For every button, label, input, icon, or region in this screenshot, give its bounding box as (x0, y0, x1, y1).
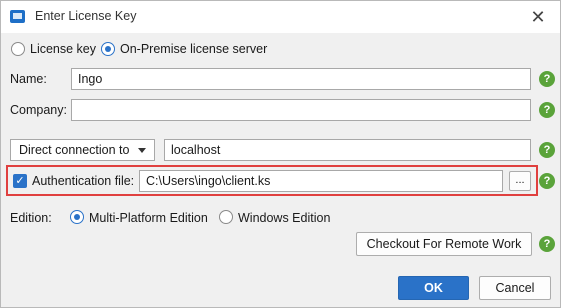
question-icon[interactable]: ? (539, 71, 555, 87)
windows-edition-radio[interactable] (219, 210, 233, 224)
chevron-down-icon (138, 148, 146, 153)
browse-button[interactable]: ... (509, 171, 531, 191)
monitor-icon (10, 10, 25, 23)
license-dialog: Enter License Key ✕ License key On-Premi… (0, 0, 561, 308)
company-label: Company: (10, 103, 67, 117)
ok-button[interactable]: OK (398, 276, 469, 300)
question-icon[interactable]: ? (539, 173, 555, 189)
multi-platform-label[interactable]: Multi-Platform Edition (89, 211, 208, 225)
name-label: Name: (10, 72, 47, 86)
multi-platform-radio[interactable] (70, 210, 84, 224)
windows-edition-label[interactable]: Windows Edition (238, 211, 330, 225)
checkmark-icon: ✓ (15, 175, 25, 187)
auth-file-label: Authentication file: (32, 174, 135, 188)
connection-mode-select[interactable]: Direct connection to (10, 139, 155, 161)
license-key-label[interactable]: License key (30, 42, 96, 56)
checkout-remote-button[interactable]: Checkout For Remote Work (356, 232, 532, 256)
edition-label: Edition: (10, 211, 52, 225)
title-bar: Enter License Key ✕ (1, 1, 560, 33)
question-icon[interactable]: ? (539, 102, 555, 118)
close-icon[interactable]: ✕ (526, 6, 550, 28)
on-premise-radio[interactable] (101, 42, 115, 56)
connection-mode-value: Direct connection to (19, 143, 130, 157)
question-icon[interactable]: ? (539, 142, 555, 158)
server-field[interactable]: localhost (164, 139, 531, 161)
window-title: Enter License Key (35, 9, 137, 23)
auth-file-field[interactable]: C:\Users\ingo\client.ks (139, 170, 503, 192)
name-field[interactable]: Ingo (71, 68, 531, 90)
cancel-button[interactable]: Cancel (479, 276, 551, 300)
auth-file-checkbox[interactable]: ✓ (13, 174, 27, 188)
company-field[interactable] (71, 99, 531, 121)
question-icon[interactable]: ? (539, 236, 555, 252)
on-premise-label[interactable]: On-Premise license server (120, 42, 267, 56)
license-key-radio[interactable] (11, 42, 25, 56)
